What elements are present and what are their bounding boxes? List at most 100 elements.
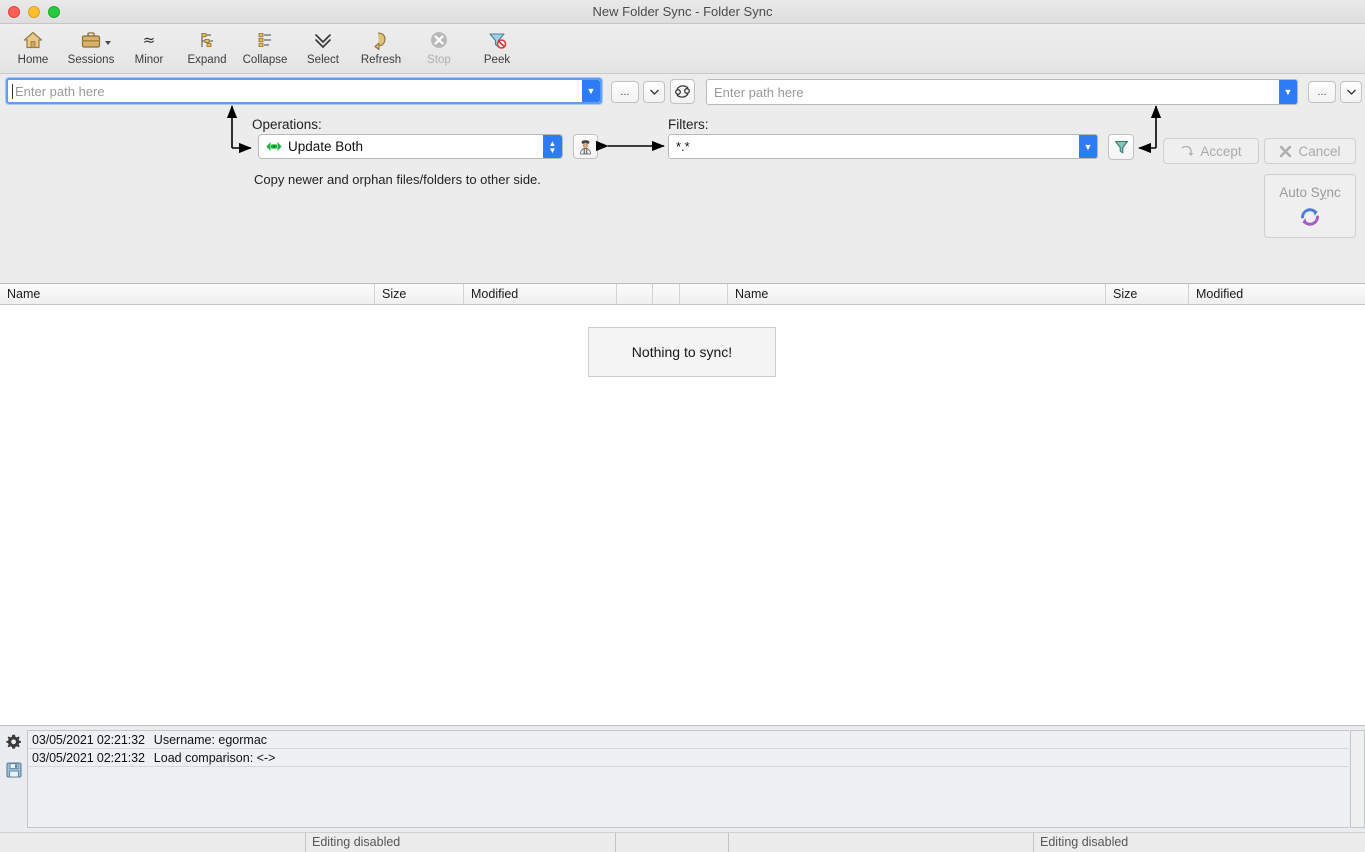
toolbar-label: Peek [484, 54, 510, 66]
operations-select[interactable]: Update Both ▲ ▼ [258, 134, 563, 159]
log-save-button[interactable] [6, 762, 22, 781]
log-entries-list[interactable]: 03/05/2021 02:21:32 Username: egormac 03/… [27, 730, 1349, 828]
header-right-size[interactable]: Size [1106, 284, 1189, 304]
operations-stepper[interactable]: ▲ ▼ [543, 135, 562, 158]
collapse-icon [254, 29, 276, 51]
svg-text:≈: ≈ [143, 31, 156, 49]
toolbar-label: Stop [427, 54, 451, 66]
log-timestamp: 03/05/2021 02:21:32 [32, 751, 145, 765]
left-path-history-button[interactable] [643, 81, 665, 103]
log-entry: 03/05/2021 02:21:32 Username: egormac [28, 731, 1349, 749]
chevron-down-icon [1347, 89, 1356, 95]
toolbar-label: Sessions [68, 54, 115, 66]
check-icon [312, 29, 334, 51]
log-vertical-scrollbar[interactable] [1350, 730, 1365, 828]
swap-paths-icon [674, 84, 691, 99]
toolbar-button-collapse[interactable]: Collapse [236, 24, 294, 72]
title-bar: New Folder Sync - Folder Sync [0, 0, 1365, 24]
status-center-spacer [728, 833, 1033, 852]
operations-caption: Operations: [252, 117, 322, 132]
status-right-editing: Editing disabled [1033, 833, 1365, 852]
right-path-placeholder: Enter path here [707, 85, 1279, 100]
header-right-name[interactable]: Name [728, 284, 1106, 304]
filter-settings-button[interactable] [1108, 134, 1134, 160]
gear-icon [6, 734, 21, 749]
toolbar-button-refresh[interactable]: Refresh [352, 24, 410, 72]
log-entry: 03/05/2021 02:21:32 Load comparison: <-> [28, 749, 1349, 767]
cancel-x-icon [1279, 145, 1292, 158]
header-left-spacer [617, 284, 653, 304]
right-path-dropdown[interactable]: ▼ [1279, 80, 1297, 104]
auto-sync-label-mnemonic: y [1320, 185, 1327, 200]
toolbar-button-home[interactable]: Home [4, 24, 62, 72]
approx-icon: ≈ [138, 29, 160, 51]
right-browse-button[interactable]: ... [1308, 81, 1336, 103]
funnel-icon [1113, 139, 1130, 155]
folder-sync-window: New Folder Sync - Folder Sync Home [0, 0, 1365, 852]
toolbar-button-select[interactable]: Select [294, 24, 352, 72]
expand-icon [196, 29, 218, 51]
right-path-input[interactable]: Enter path here ▼ [706, 79, 1298, 105]
chevron-down-icon [650, 89, 659, 95]
toolbar-label: Collapse [243, 54, 288, 66]
cancel-label: Cancel [1298, 144, 1340, 159]
cancel-button[interactable]: Cancel [1264, 138, 1356, 164]
left-path-input[interactable]: Enter path here ▼ [6, 78, 602, 104]
accept-button[interactable]: Accept [1163, 138, 1259, 164]
toolbar-label: Select [307, 54, 339, 66]
update-both-icon [266, 141, 282, 152]
toolbar-button-peek[interactable]: Peek [468, 24, 526, 72]
header-left-size[interactable]: Size [375, 284, 464, 304]
toolbar-button-minor[interactable]: ≈ Minor [120, 24, 178, 72]
operations-selected-row: Update Both [259, 139, 543, 154]
swap-paths-button[interactable] [670, 79, 695, 104]
auto-sync-label-before: Auto S [1279, 185, 1320, 200]
log-message: Load comparison: <-> [154, 751, 276, 765]
header-left-name[interactable]: Name [0, 284, 375, 304]
header-left-modified[interactable]: Modified [464, 284, 617, 304]
log-message: Username: egormac [154, 733, 267, 747]
refresh-icon [370, 29, 392, 51]
auto-sync-label-after: nc [1327, 185, 1341, 200]
left-browse-button[interactable]: ... [611, 81, 639, 103]
left-path-placeholder: Enter path here [8, 84, 582, 99]
peek-funnel-icon [486, 29, 508, 51]
chevron-down-icon [105, 41, 111, 45]
filters-caption: Filters: [668, 117, 709, 132]
log-settings-button[interactable] [6, 734, 21, 752]
filters-dropdown[interactable]: ▼ [1079, 135, 1097, 158]
log-panel: 03/05/2021 02:21:32 Username: egormac 03/… [0, 728, 1365, 832]
toolbar-button-stop[interactable]: Stop [410, 24, 468, 72]
status-left-editing: Editing disabled [305, 833, 615, 852]
header-right-modified[interactable]: Modified [1189, 284, 1365, 304]
conflict-referee-icon [577, 138, 594, 155]
log-side-toolbar [0, 728, 27, 832]
filters-value: *.* [669, 139, 1079, 154]
right-path-history-button[interactable] [1340, 81, 1362, 103]
toolbar-label: Expand [187, 54, 226, 66]
home-icon [22, 29, 44, 51]
toolbar-label: Refresh [361, 54, 401, 66]
save-floppy-icon [6, 762, 22, 778]
header-right-spacer [680, 284, 728, 304]
toolbar-label: Minor [135, 54, 164, 66]
status-bar: Editing disabled Editing disabled [0, 832, 1365, 852]
empty-state-message: Nothing to sync! [588, 327, 776, 377]
filters-input[interactable]: *.* ▼ [668, 134, 1098, 159]
toolbar-button-sessions[interactable]: Sessions [62, 24, 120, 72]
briefcase-icon [80, 29, 102, 51]
header-center-action [653, 284, 680, 304]
stop-icon [428, 29, 450, 51]
text-cursor [12, 84, 13, 99]
main-toolbar: Home Sessions ≈ Minor [0, 24, 1365, 74]
auto-sync-button[interactable]: Auto Sync [1264, 174, 1356, 238]
conflict-referee-button[interactable] [573, 134, 598, 159]
left-path-dropdown[interactable]: ▼ [582, 80, 600, 102]
toolbar-label: Home [18, 54, 49, 66]
window-title: New Folder Sync - Folder Sync [0, 0, 1365, 24]
toolbar-button-expand[interactable]: Expand [178, 24, 236, 72]
log-timestamp: 03/05/2021 02:21:32 [32, 733, 145, 747]
operations-description: Copy newer and orphan files/folders to o… [254, 172, 541, 187]
path-row: Enter path here ▼ ... Enter path here ▼ … [0, 76, 1365, 108]
auto-sync-icon [1298, 206, 1322, 228]
